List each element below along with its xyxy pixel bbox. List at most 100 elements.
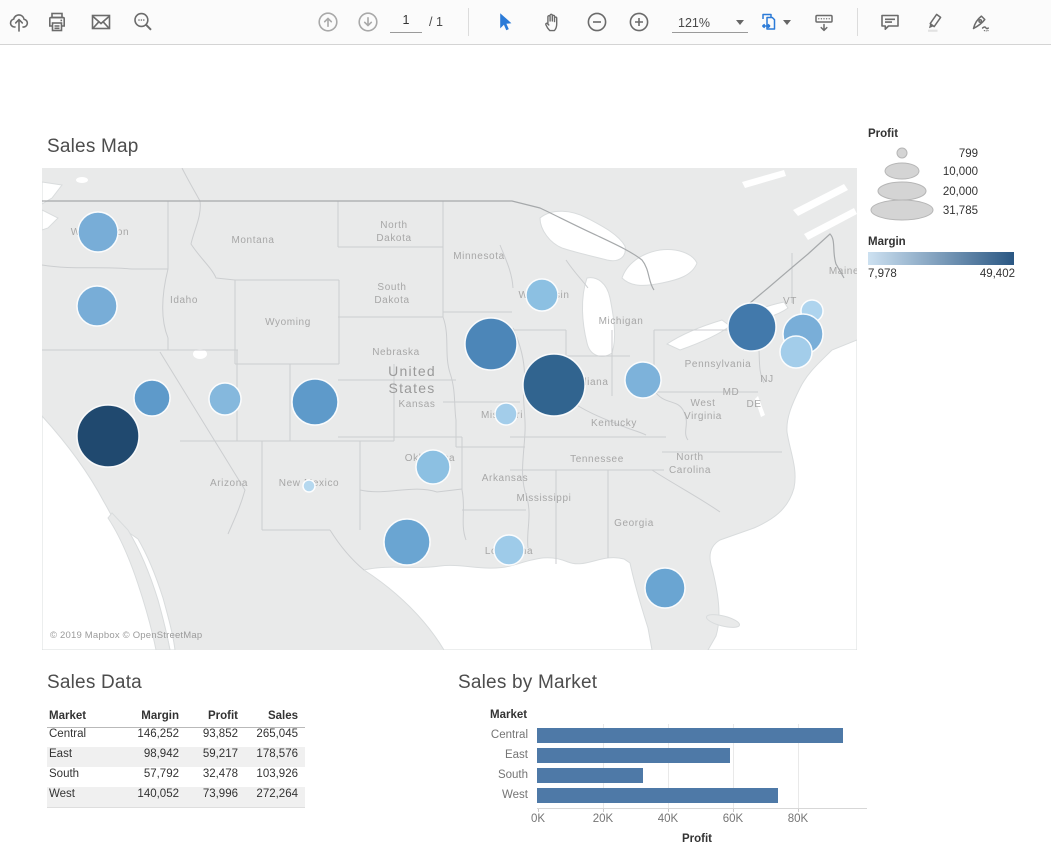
map-bubble-washington [78,212,118,252]
margin-legend-title: Margin [868,236,906,248]
page-total-label: / 1 [429,15,443,29]
map-state-label: VT [783,296,797,307]
row-value: 178,576 [242,748,298,760]
map-state-label: Wyoming [265,317,311,328]
zoom-level-value: 121% [672,16,710,30]
map-state-label: Dakota [376,233,411,244]
row-value: 140,052 [102,788,179,800]
print-icon[interactable] [45,10,69,34]
map-bubble-iowa [465,318,517,370]
select-tool-icon[interactable] [492,10,516,34]
map-bubble-connecticut [780,336,812,368]
row-market-label: East [49,748,72,760]
hand-tool-icon[interactable] [539,10,563,34]
map-state-label: DE [746,399,761,410]
margin-max-label: 49,402 [980,268,1015,280]
map-state-label: Maine [829,266,857,277]
margin-min-label: 7,978 [868,268,897,280]
map-bubble-new-york [728,303,776,351]
map-state-label: Arkansas [482,473,529,484]
table-row-east: East 98,942 59,217 178,576 [47,747,305,767]
row-market-label: West [49,788,75,800]
search-icon[interactable] [131,10,155,34]
map-state-label: Minnesota [453,251,505,262]
map-state-label: North [380,220,407,231]
map-bubble-nevada [134,380,170,416]
map-state-label: Pennsylvania [685,359,752,370]
map-bubble-new-mexico [303,480,315,492]
bar-central [537,728,843,743]
chart-title: Sales by Market [458,672,860,694]
fit-width-icon[interactable] [758,10,782,34]
sales-map: WashingtonOregonMontanaIdahoNorthDakotaS… [42,168,857,650]
bar-category-central: Central [458,729,528,741]
map-state-label: North [676,452,703,463]
email-icon[interactable] [89,10,113,34]
bar-category-east: East [458,749,528,761]
row-market-label: Central [49,728,86,740]
previous-page-icon[interactable] [316,10,340,34]
map-bubble-louisiana [494,535,524,565]
page-number-input[interactable]: 1 [390,13,422,33]
size-legend-value: 31,785 [943,205,978,217]
map-bubble-california [77,405,139,467]
col-header-profit: Profit [187,710,238,722]
fill-and-sign-icon[interactable] [968,10,992,34]
pdf-toolbar: 1 / 1 121% [0,0,1051,45]
map-state-label: Kentucky [591,418,637,429]
row-value: 265,045 [242,728,298,740]
next-page-icon[interactable] [356,10,380,34]
chart-row-header: Market [490,709,527,721]
fit-width-chevron-icon[interactable] [783,20,791,25]
map-state-label: Michigan [599,316,644,327]
hide-toolbar-icon[interactable] [812,10,836,34]
bar-east [537,748,730,763]
map-state-label: Kansas [399,399,436,410]
map-state-label: Tennessee [570,454,624,465]
map-state-label: Carolina [669,465,711,476]
toolbar-separator [857,8,858,36]
map-state-label: States [389,380,436,396]
size-legend-value: 10,000 [943,166,978,178]
map-bubble-wisconsin [526,279,558,311]
share-icon[interactable] [7,10,31,34]
zoom-level-control[interactable]: 121% [672,13,748,33]
us-map: WashingtonOregonMontanaIdahoNorthDakotaS… [42,168,857,650]
table-row-central: Central146,25293,852265,045 [47,727,305,747]
tick-label: 0K [516,813,560,825]
bar-category-south: South [458,769,528,781]
row-value: 73,996 [187,788,238,800]
map-bubble-colorado [292,379,338,425]
row-value: 103,926 [242,768,298,780]
col-header-sales: Sales [242,710,298,722]
zoom-out-icon[interactable] [585,10,609,34]
row-value: 32,478 [187,768,238,780]
bar-category-west: West [458,789,528,801]
chevron-down-icon [736,20,744,25]
map-bubble-utah [209,383,241,415]
table-row-west: West 140,052 73,996 272,264 [47,787,305,808]
comment-icon[interactable] [878,10,902,34]
row-value: 272,264 [242,788,298,800]
row-value: 59,217 [187,748,238,760]
row-value: 57,792 [102,768,179,780]
tick-label: 80K [776,813,820,825]
map-bubble-oregon [77,286,117,326]
map-bubble-ohio [625,362,661,398]
margin-gradient-bar [868,252,1014,265]
map-bubble-illinois [523,354,585,416]
row-value: 98,942 [102,748,179,760]
size-legend-value: 20,000 [943,186,978,198]
map-attribution: © 2019 Mapbox © OpenStreetMap [50,630,202,641]
zoom-in-icon[interactable] [627,10,651,34]
map-state-label: Dakota [374,295,409,306]
profit-size-legend: 79910,00020,00031,785 [868,142,1018,228]
map-legend: Profit 79910,00020,00031,785 Margin 7,97… [868,128,1028,140]
highlight-icon[interactable] [922,10,946,34]
table-row-south: South57,79232,478103,926 [47,767,305,787]
size-legend-glyph [878,182,926,200]
map-state-label: Georgia [614,518,654,529]
map-bubble-florida [645,568,685,608]
x-axis-line [537,808,867,809]
map-state-label: Arizona [210,478,248,489]
